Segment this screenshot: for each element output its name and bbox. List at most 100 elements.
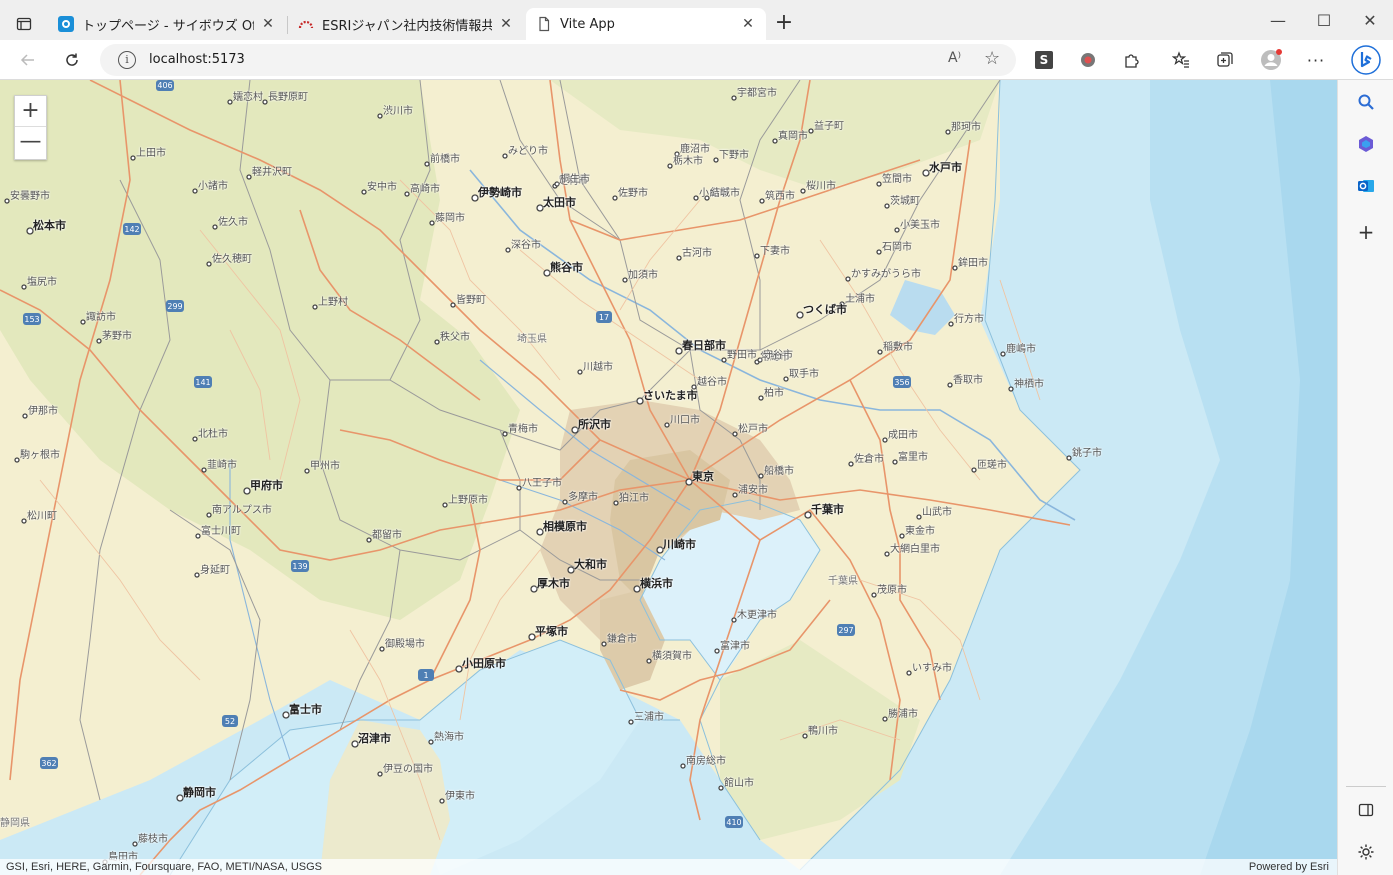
basemap-canvas[interactable]: 406 142 299 153 17 141 356 139 297 1 52 … (0, 80, 1337, 875)
map-label-city: 宇都宮市 (737, 88, 777, 99)
collections-button[interactable] (1211, 46, 1239, 74)
city-dot (1008, 386, 1014, 392)
map-label-city: 笠間市 (882, 174, 912, 185)
city-dot (562, 499, 568, 505)
copilot-icon (1359, 136, 1373, 152)
map-label-city: 川崎市 (663, 538, 696, 551)
map-label-city: 佐倉市 (854, 454, 884, 465)
site-info-icon[interactable]: i (118, 51, 136, 69)
profile-button[interactable] (1257, 46, 1285, 74)
back-button[interactable] (14, 46, 42, 74)
map-attribution: GSI, Esri, HERE, Garmin, Foursquare, FAO… (0, 859, 1337, 875)
map-label-city: 館山市 (724, 778, 754, 789)
zoom-out-button[interactable]: — (15, 127, 46, 158)
extension-record-button[interactable] (1074, 46, 1102, 74)
city-dot (721, 357, 727, 363)
city-dot (304, 468, 310, 474)
map-label-city: 守谷市 (763, 350, 793, 361)
map-label-city: 富士市 (289, 703, 322, 716)
map-label-city: 成田市 (888, 430, 918, 441)
map-label-city: 上野村 (318, 297, 348, 308)
map-label-city: 野田市 (727, 350, 757, 361)
tab-close-button[interactable]: ✕ (740, 16, 756, 32)
tab-vite-app[interactable]: Vite App ✕ (526, 8, 766, 40)
map-label-city: 東京 (692, 470, 714, 483)
city-dot (577, 369, 583, 375)
map-label-city: 松本市 (33, 219, 66, 232)
add-favorite-icon[interactable]: ☆ (984, 48, 1000, 69)
map-label-city: 藤岡市 (435, 213, 465, 224)
tab-cybozu[interactable]: トップページ - サイボウズ Office ✕ (48, 8, 286, 40)
tab-close-button[interactable]: ✕ (498, 16, 514, 32)
close-window-button[interactable]: ✕ (1347, 8, 1393, 34)
svg-text:406: 406 (157, 81, 172, 90)
new-tab-button[interactable]: + (770, 10, 798, 38)
extensions-button[interactable] (1118, 46, 1146, 74)
map-label-city: 茂原市 (877, 585, 907, 596)
map-label-city: 太田市 (543, 196, 576, 209)
sidebar-add-button[interactable]: + (1352, 218, 1380, 246)
copilot-button[interactable] (1350, 44, 1382, 76)
map-label-city: 相模原市 (543, 520, 587, 533)
route-17-shield: 17 (596, 311, 612, 323)
more-menu-button[interactable]: ··· (1302, 46, 1330, 74)
maximize-button[interactable]: ☐ (1301, 8, 1347, 34)
tab-actions-button[interactable] (8, 8, 40, 40)
read-aloud-icon[interactable]: A⁾ (948, 50, 961, 66)
sidebar-panel-toggle[interactable] (1352, 796, 1380, 824)
map-label-city: 諏訪市 (86, 312, 116, 323)
puzzle-icon (1125, 54, 1139, 68)
extension-s-button[interactable]: S (1030, 46, 1058, 74)
city-dot (680, 763, 686, 769)
tab-actions-icon (16, 17, 32, 31)
map-label-city: 高崎市 (410, 184, 440, 195)
map-label-city: 小諸市 (198, 181, 228, 192)
extension-s-icon: S (1035, 51, 1053, 69)
map-label-city: 熱海市 (434, 732, 464, 743)
panel-icon (1358, 803, 1374, 817)
route-52-shield: 52 (222, 715, 238, 727)
tab-close-button[interactable]: ✕ (260, 16, 276, 32)
map-label-city: 佐野市 (618, 188, 648, 199)
sidebar-outlook-button[interactable] (1352, 172, 1380, 200)
city-dot (21, 284, 27, 290)
map-label-city: 下野市 (719, 150, 749, 161)
sidebar-settings-button[interactable] (1352, 838, 1380, 866)
favorites-button[interactable] (1167, 46, 1195, 74)
map-label-city: 鎌倉市 (607, 634, 637, 645)
minimize-button[interactable]: — (1255, 8, 1301, 34)
city-dot (667, 163, 673, 169)
zoom-in-button[interactable]: + (15, 96, 46, 127)
powered-by-esri[interactable]: Powered by Esri (1249, 859, 1329, 875)
favorites-star-icon (1172, 51, 1189, 68)
map-label-city: 平塚市 (535, 625, 568, 638)
map-label-city: 嬬恋村 (233, 92, 263, 103)
sidebar-copilot-button[interactable] (1352, 130, 1380, 158)
city-dot (194, 572, 200, 578)
map-label-city: 駒ヶ根市 (20, 450, 60, 461)
city-dot (758, 473, 764, 479)
map-label-city: 上田市 (136, 148, 166, 159)
city-dot (800, 188, 806, 194)
map-label-city: 多摩市 (568, 492, 598, 503)
map-view[interactable]: 406 142 299 153 17 141 356 139 297 1 52 … (0, 80, 1337, 875)
map-label-city: いすみ市 (912, 663, 952, 674)
attribution-text[interactable]: GSI, Esri, HERE, Garmin, Foursquare, FAO… (6, 861, 322, 873)
map-label-city: 春日部市 (682, 339, 726, 352)
refresh-button[interactable] (58, 46, 86, 74)
city-dot (876, 181, 882, 187)
tab-esri[interactable]: ESRIジャパン社内技術情報共有サイ ✕ (288, 8, 524, 40)
map-label-city: 南アルプス市 (212, 505, 272, 516)
city-dot (14, 457, 20, 463)
url-text[interactable]: localhost:5173 (149, 52, 245, 67)
sidebar-search-button[interactable] (1352, 88, 1380, 116)
map-label-city: 水戸市 (929, 161, 962, 174)
city-dot (516, 485, 522, 491)
city-dot (429, 220, 435, 226)
address-bar[interactable]: i localhost:5173 A⁾ ☆ (100, 44, 1016, 76)
tab-title: トップページ - サイボウズ Office (82, 18, 254, 34)
svg-text:1: 1 (423, 671, 428, 680)
map-label-city: 塩尻市 (27, 277, 57, 288)
city-dot (731, 617, 737, 623)
map-label-city: 柏市 (764, 388, 784, 399)
